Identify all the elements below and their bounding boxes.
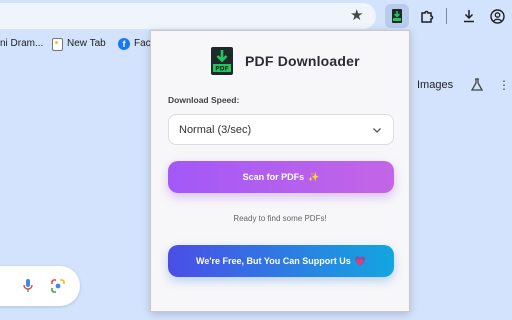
bookmark-label: ni Dram... bbox=[0, 38, 44, 49]
extension-popup: PDF PDF Downloader Download Speed: Norma… bbox=[150, 30, 410, 312]
pdf-download-icon: PDF bbox=[211, 47, 233, 75]
bookmark-label: New Tab bbox=[67, 38, 106, 49]
bookmark-new-tab[interactable]: New Tab bbox=[52, 37, 106, 51]
facebook-icon: f bbox=[118, 38, 130, 50]
pdf-download-icon bbox=[392, 9, 402, 23]
new-tab-favicon-icon bbox=[52, 37, 63, 51]
scan-for-pdfs-button[interactable]: Scan for PDFs ✨ bbox=[168, 161, 394, 193]
address-bar[interactable] bbox=[0, 3, 376, 29]
profile-button[interactable] bbox=[485, 4, 509, 28]
browser-toolbar: ★ bbox=[0, 0, 512, 32]
puzzle-icon bbox=[421, 10, 434, 23]
icon-pdf-text: PDF bbox=[215, 66, 228, 73]
download-speed-label: Download Speed: bbox=[168, 95, 240, 105]
scan-button-label: Scan for PDFs bbox=[242, 172, 305, 182]
microphone-icon[interactable] bbox=[22, 278, 34, 299]
pdf-downloader-extension-button[interactable] bbox=[385, 4, 409, 28]
more-menu-icon[interactable]: ⋮ bbox=[498, 78, 510, 92]
images-link[interactable]: Images bbox=[417, 79, 453, 91]
support-button-label: We're Free, But You Can Support Us bbox=[196, 256, 351, 266]
search-box[interactable] bbox=[0, 266, 80, 306]
sparkles-icon: ✨ bbox=[308, 171, 320, 182]
labs-flask-icon[interactable] bbox=[470, 78, 484, 97]
popup-header: PDF PDF Downloader bbox=[209, 47, 360, 75]
download-icon bbox=[464, 10, 474, 23]
profile-avatar-icon bbox=[489, 8, 505, 24]
chevron-down-icon bbox=[373, 127, 381, 133]
heart-icon: 💗 bbox=[354, 255, 366, 266]
status-text: Ready to find some PDFs! bbox=[233, 214, 327, 223]
support-us-button[interactable]: We're Free, But You Can Support Us 💗 bbox=[168, 245, 394, 277]
extensions-puzzle-button[interactable] bbox=[415, 4, 439, 28]
bookmark-star-icon[interactable]: ★ bbox=[350, 6, 363, 26]
downloads-button[interactable] bbox=[457, 4, 481, 28]
speed-select-value: Normal (3/sec) bbox=[179, 123, 252, 136]
popup-title: PDF Downloader bbox=[245, 53, 360, 69]
google-lens-icon[interactable] bbox=[50, 278, 66, 299]
download-speed-select[interactable]: Normal (3/sec) bbox=[168, 114, 394, 145]
toolbar-separator bbox=[446, 8, 447, 24]
bookmark-item[interactable]: ni Dram... bbox=[0, 37, 43, 51]
